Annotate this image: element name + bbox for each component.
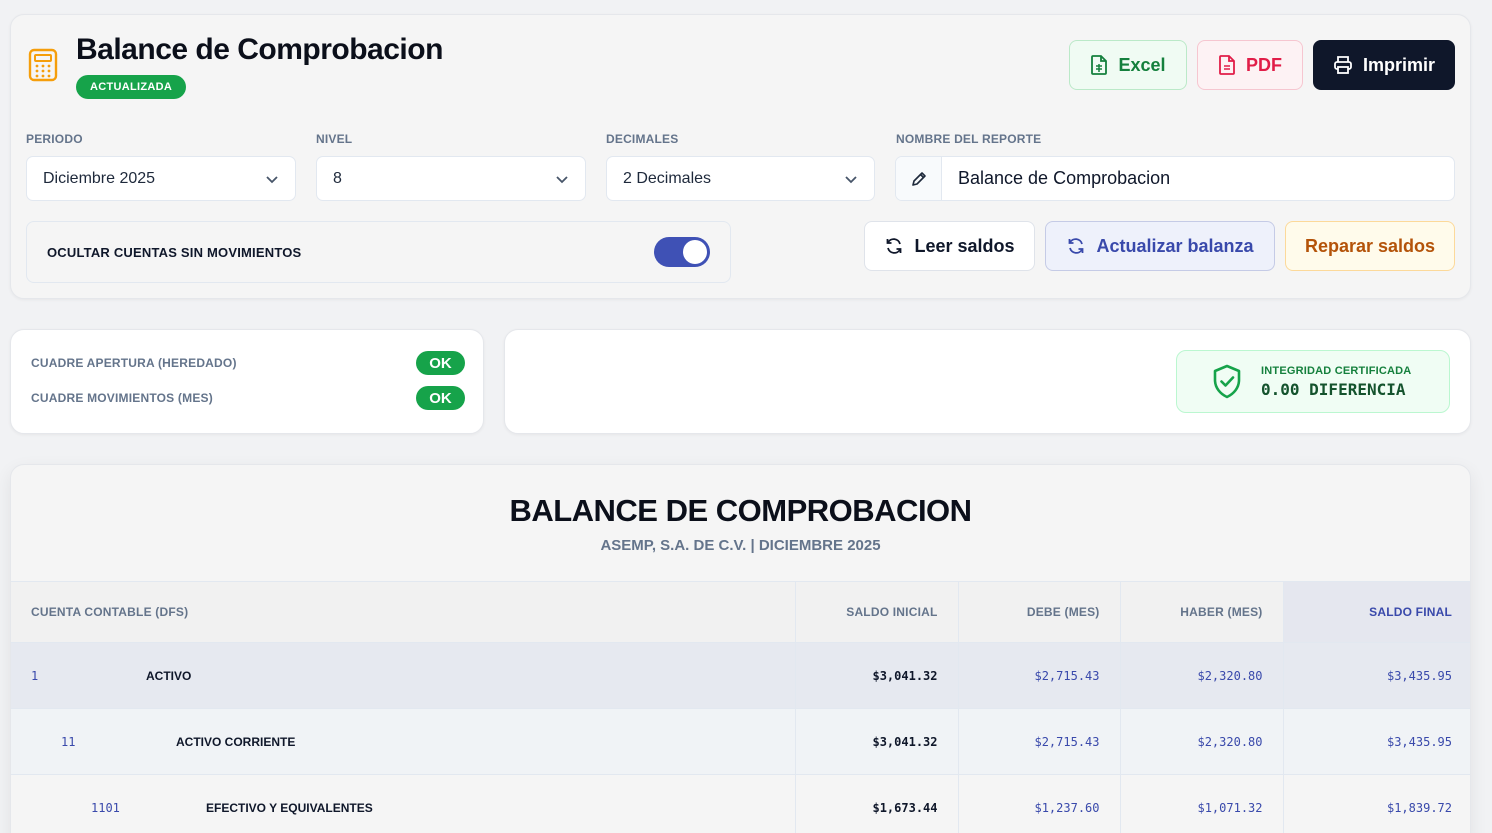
column-header-debit: DEBE (MES) [957, 581, 1120, 643]
column-header-credit: HABER (MES) [1119, 581, 1283, 643]
print-label: Imprimir [1362, 54, 1436, 75]
decimales-value: 2 Decimales [623, 169, 712, 187]
decimales-select[interactable]: 2 Decimales [606, 156, 875, 201]
repair-balances-label: Reparar saldos [1304, 235, 1436, 256]
credit-amount: $1,071.32 [1119, 774, 1283, 833]
periodo-value: Diciembre 2025 [43, 169, 156, 187]
pencil-icon [911, 171, 926, 186]
report-title: BALANCE DE COMPROBACION [509, 493, 972, 528]
update-balance-button[interactable]: Actualizar balanza [1045, 221, 1275, 271]
pencil-icon-box [896, 157, 942, 200]
hide-empty-accounts-toggle[interactable] [654, 237, 710, 267]
nivel-label: NIVEL [316, 132, 353, 146]
opening-balance: $1,673.44 [794, 774, 958, 833]
debit-amount: $2,715.43 [957, 642, 1120, 709]
report-name-input[interactable] [942, 157, 1454, 200]
credit-amount: $2,320.80 [1119, 708, 1283, 775]
account-name: ACTIVO [146, 668, 192, 683]
printer-icon [1334, 56, 1352, 74]
integrity-card: INTEGRIDAD CERTIFICADA 0.00 DIFERENCIA [504, 329, 1471, 434]
excel-label: Excel [1118, 54, 1166, 75]
read-balances-label: Leer saldos [914, 235, 1015, 256]
report-card: BALANCE DE COMPROBACION ASEMP, S.A. DE C… [10, 464, 1471, 833]
chevron-down-icon [845, 175, 857, 183]
account-code: 1 [31, 668, 39, 683]
balance-checks-card: CUADRE APERTURA (HEREDADO) OK CUADRE MOV… [10, 329, 484, 434]
refresh-icon [887, 238, 902, 254]
table-row[interactable]: 1101 EFECTIVO Y EQUIVALENTES $1,673.44 $… [11, 774, 1470, 833]
periodo-select[interactable]: Diciembre 2025 [26, 156, 296, 201]
nivel-select[interactable]: 8 [316, 156, 586, 201]
page-title: Balance de Comprobacion [76, 33, 443, 66]
repair-balances-button[interactable]: Reparar saldos [1285, 221, 1455, 271]
ok-badge: OK [416, 351, 465, 375]
integrity-value: 0.00 DIFERENCIA [1261, 379, 1406, 399]
account-name: EFECTIVO Y EQUIVALENTES [206, 800, 373, 815]
check-label: CUADRE APERTURA (HEREDADO) [31, 356, 237, 370]
spreadsheet-icon [1091, 55, 1108, 75]
decimales-label: DECIMALES [606, 132, 679, 146]
calculator-icon [28, 48, 58, 82]
debit-amount: $2,715.43 [957, 708, 1120, 775]
status-badge: ACTUALIZADA [76, 75, 187, 99]
check-label: CUADRE MOVIMIENTOS (MES) [31, 391, 213, 405]
check-row-apertura: CUADRE APERTURA (HEREDADO) OK [31, 351, 465, 375]
integrity-badge: INTEGRIDAD CERTIFICADA 0.00 DIFERENCIA [1176, 350, 1450, 413]
column-header-account: CUENTA CONTABLE (DFS) [11, 581, 795, 643]
toggle-knob [683, 240, 707, 264]
table-row[interactable]: 1 ACTIVO $3,041.32 $2,715.43 $2,320.80 $… [11, 642, 1470, 709]
account-cell: 11 ACTIVO CORRIENTE [11, 708, 795, 775]
opening-balance: $3,041.32 [794, 642, 958, 709]
periodo-label: PERIODO [26, 132, 83, 146]
account-cell: 1 ACTIVO [11, 642, 795, 709]
export-excel-button[interactable]: Excel [1069, 40, 1187, 90]
shield-check-icon [1213, 364, 1241, 398]
chevron-down-icon [266, 175, 278, 183]
opening-balance: $3,041.32 [794, 708, 958, 775]
credit-amount: $2,320.80 [1119, 642, 1283, 709]
ok-badge: OK [416, 386, 465, 410]
column-header-opening: SALDO INICIAL [794, 581, 958, 643]
account-name: ACTIVO CORRIENTE [176, 734, 296, 749]
integrity-label: INTEGRIDAD CERTIFICADA [1261, 364, 1412, 377]
table-header-row: CUENTA CONTABLE (DFS) SALDO INICIAL DEBE… [11, 581, 1470, 643]
account-code: 11 [61, 734, 76, 749]
refresh-icon [1069, 238, 1084, 254]
export-pdf-button[interactable]: PDF [1197, 40, 1303, 90]
table-row[interactable]: 11 ACTIVO CORRIENTE $3,041.32 $2,715.43 … [11, 708, 1470, 775]
report-name-field[interactable] [895, 156, 1455, 201]
hide-empty-accounts-row: OCULTAR CUENTAS SIN MOVIMIENTOS [26, 221, 731, 283]
column-header-closing: SALDO FINAL [1282, 581, 1470, 643]
account-cell: 1101 EFECTIVO Y EQUIVALENTES [11, 774, 795, 833]
nivel-value: 8 [333, 169, 342, 187]
account-code: 1101 [91, 800, 120, 815]
hide-empty-accounts-label: OCULTAR CUENTAS SIN MOVIMIENTOS [47, 244, 302, 260]
chevron-down-icon [556, 175, 568, 183]
nombre-label: NOMBRE DEL REPORTE [896, 132, 1042, 146]
pdf-label: PDF [1246, 54, 1282, 75]
ledger-table: CUENTA CONTABLE (DFS) SALDO INICIAL DEBE… [11, 581, 1470, 833]
closing-balance: $3,435.95 [1282, 642, 1470, 709]
report-subtitle: ASEMP, S.A. DE C.V. | DICIEMBRE 2025 [600, 537, 881, 554]
debit-amount: $1,237.60 [957, 774, 1120, 833]
closing-balance: $1,839.72 [1282, 774, 1470, 833]
read-balances-button[interactable]: Leer saldos [864, 221, 1035, 271]
document-icon [1219, 55, 1235, 75]
print-button[interactable]: Imprimir [1313, 40, 1455, 90]
closing-balance: $3,435.95 [1282, 708, 1470, 775]
check-row-movimientos: CUADRE MOVIMIENTOS (MES) OK [31, 386, 465, 410]
update-balance-label: Actualizar balanza [1096, 235, 1254, 256]
